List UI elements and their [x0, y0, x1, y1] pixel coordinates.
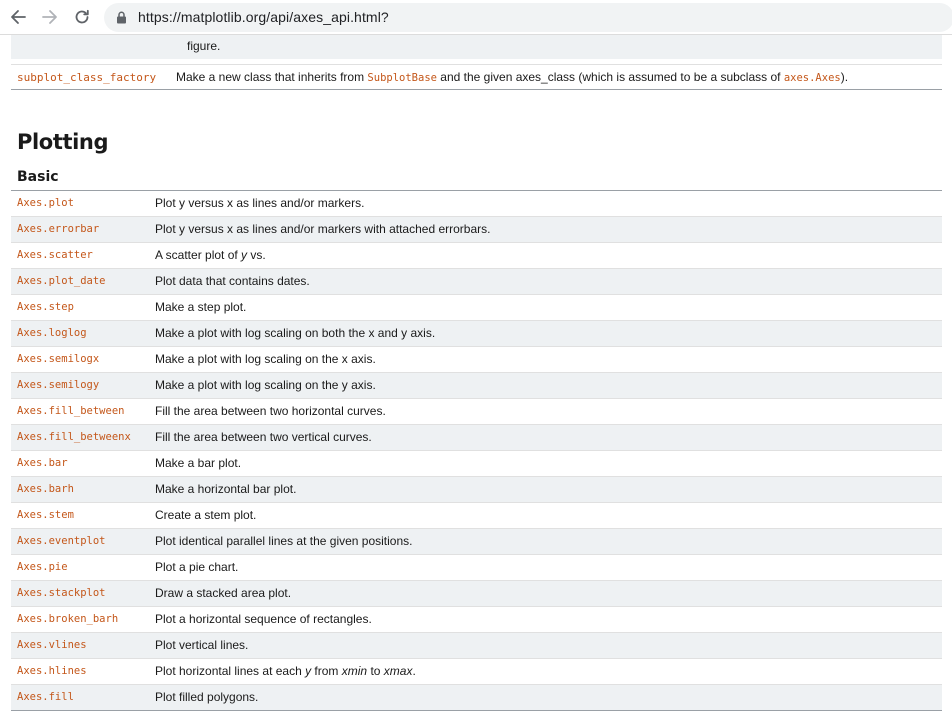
table-row: Axes.plot Plot y versus x as lines and/or… — [11, 191, 942, 217]
table-row: Axes.stem Create a stem plot. — [11, 503, 942, 529]
desc-emphasis: xmax — [383, 664, 413, 678]
table-row: Axes.fill Plot filled polygons. — [11, 685, 942, 711]
desc-text: vs. — [247, 248, 266, 262]
browser-toolbar: https://matplotlib.org/api/axes_api.html… — [0, 0, 952, 35]
lock-icon — [117, 11, 126, 24]
table-row-subplot-class-factory: subplot_class_factory Make a new class t… — [11, 64, 942, 90]
row-description: Create a stem plot. — [155, 508, 257, 522]
api-link[interactable]: Axes.eventplot — [17, 535, 106, 547]
forward-button[interactable] — [38, 5, 62, 29]
row-description: Make a horizontal bar plot. — [155, 482, 297, 496]
table-row: Axes.bar Make a bar plot. — [11, 451, 942, 477]
row-description: Make a plot with log scaling on the x ax… — [155, 352, 376, 366]
table-row: Axes.pie Plot a pie chart. — [11, 555, 942, 581]
desc-text: and the given axes_class (which is assum… — [436, 70, 784, 84]
table-row: Axes.hlines Plot horizontal lines at each… — [11, 659, 942, 685]
api-link[interactable]: Axes.pie — [17, 561, 68, 573]
table-row: Axes.plot_date Plot data that contains da… — [11, 269, 942, 295]
table-row: Axes.step Make a step plot. — [11, 295, 942, 321]
row-description: Plot data that contains dates. — [155, 274, 310, 288]
table-row: Axes.semilogx Make a plot with log scalin… — [11, 347, 942, 373]
api-link[interactable]: Axes.plot — [17, 197, 74, 209]
row-description: A scatter plot of y vs. — [155, 248, 266, 262]
row-description-fragment: figure. — [187, 39, 221, 53]
desc-text: . — [412, 664, 416, 678]
table-row: Axes.barh Make a horizontal bar plot. — [11, 477, 942, 503]
api-link[interactable]: Axes.bar — [17, 457, 68, 469]
row-description: Plot y versus x as lines and/or markers. — [155, 196, 365, 210]
reload-icon — [75, 9, 89, 24]
row-description: Plot a horizontal sequence of rectangles… — [155, 612, 372, 626]
table-row: Axes.vlines Plot vertical lines. — [11, 633, 942, 659]
subsection-heading: Basic — [17, 169, 59, 185]
table-row: Axes.scatter A scatter plot of y vs. — [11, 243, 942, 269]
row-description: Make a plot with log scaling on the y ax… — [155, 378, 376, 392]
section-heading: Plotting — [17, 130, 109, 154]
api-link[interactable]: Axes.hlines — [17, 665, 87, 677]
desc-text: ). — [840, 70, 849, 84]
table-row: Axes.loglog Make a plot with log scaling … — [11, 321, 942, 347]
arrow-right-icon — [42, 10, 57, 24]
api-link[interactable]: Axes.loglog — [17, 327, 87, 339]
desc-text: Plot horizontal lines at each — [155, 664, 306, 678]
api-link[interactable]: Axes.step — [17, 301, 74, 313]
reload-button[interactable] — [70, 5, 94, 29]
api-link[interactable]: Axes.stem — [17, 509, 74, 521]
api-link[interactable]: Axes.errorbar — [17, 223, 99, 235]
row-description: Plot identical parallel lines at the giv… — [155, 534, 413, 548]
api-link[interactable]: Axes.vlines — [17, 639, 87, 651]
api-link[interactable]: Axes.plot_date — [17, 275, 106, 287]
table-row: Axes.semilogy Make a plot with log scalin… — [11, 373, 942, 399]
api-link[interactable]: Axes.stackplot — [17, 587, 106, 599]
row-description: Fill the area between two horizontal cur… — [155, 404, 386, 418]
api-link[interactable]: Axes.fill_betweenx — [17, 431, 131, 443]
arrow-left-icon — [11, 10, 26, 24]
api-link[interactable]: Axes.fill — [17, 691, 74, 703]
address-bar[interactable]: https://matplotlib.org/api/axes_api.html… — [104, 3, 952, 32]
api-link[interactable]: Axes.barh — [17, 483, 74, 495]
row-description: Plot y versus x as lines and/or markers … — [155, 222, 491, 236]
row-description: Make a new class that inherits from Subp… — [176, 70, 848, 84]
row-description: Plot a pie chart. — [155, 560, 239, 574]
row-description: Draw a stacked area plot. — [155, 586, 292, 600]
row-description: Plot horizontal lines at each y from xmi… — [155, 664, 416, 678]
row-description: Make a step plot. — [155, 300, 247, 314]
row-description: Plot filled polygons. — [155, 690, 259, 704]
desc-text: Make a new class that inherits from — [176, 70, 368, 84]
desc-text: from — [311, 664, 342, 678]
code-link-subplotbase[interactable]: SubplotBase — [367, 72, 437, 84]
page-content: figure. subplot_class_factory Make a new… — [0, 35, 952, 725]
table-row: Axes.fill_betweenx Fill the area between … — [11, 425, 942, 451]
api-link[interactable]: Axes.semilogx — [17, 353, 99, 365]
table-row: Axes.errorbar Plot y versus x as lines an… — [11, 217, 942, 243]
table-row: Axes.stackplot Draw a stacked area plot. — [11, 581, 942, 607]
api-link[interactable]: Axes.fill_between — [17, 405, 124, 417]
api-link[interactable]: Axes.semilogy — [17, 379, 99, 391]
row-description: Fill the area between two vertical curve… — [155, 430, 372, 444]
back-button[interactable] — [6, 5, 30, 29]
row-description: Plot vertical lines. — [155, 638, 249, 652]
url-text[interactable]: https://matplotlib.org/api/axes_api.html… — [138, 9, 389, 25]
api-link[interactable]: Axes.broken_barh — [17, 613, 118, 625]
row-description: Make a bar plot. — [155, 456, 242, 470]
api-link-subplot-class-factory[interactable]: subplot_class_factory — [17, 71, 156, 84]
desc-text: A scatter plot of — [155, 248, 242, 262]
table-row: Axes.fill_between Fill the area between t… — [11, 399, 942, 425]
previous-table-row: figure. — [11, 35, 942, 59]
code-link-axes-axes[interactable]: axes.Axes — [784, 72, 841, 84]
table-row: Axes.eventplot Plot identical parallel li… — [11, 529, 942, 555]
row-description: Make a plot with log scaling on both the… — [155, 326, 436, 340]
api-table: Axes.plot Plot y versus x as lines and/or… — [11, 190, 942, 711]
desc-emphasis: xmin — [341, 664, 368, 678]
desc-text: to — [367, 664, 384, 678]
table-row: Axes.broken_barh Plot a horizontal sequen… — [11, 607, 942, 633]
api-link[interactable]: Axes.scatter — [17, 249, 93, 261]
